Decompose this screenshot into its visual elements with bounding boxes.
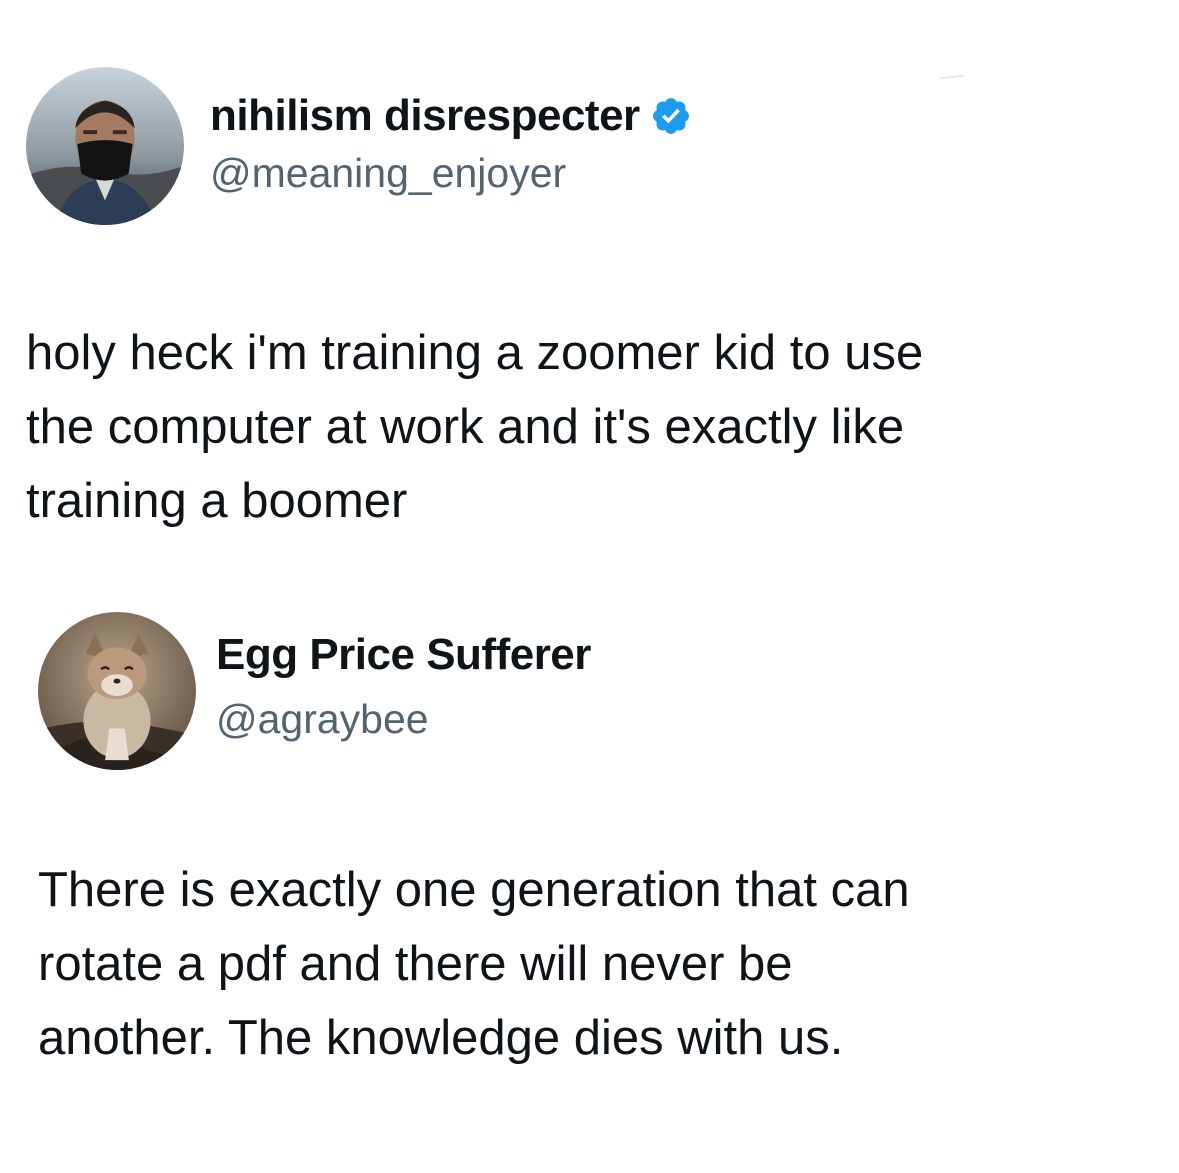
- name-row: nihilism disrespecter: [210, 88, 692, 144]
- user-handle[interactable]: @meaning_enjoyer: [210, 150, 566, 197]
- display-name[interactable]: Egg Price Sufferer: [216, 630, 591, 680]
- verified-badge-icon: [650, 95, 692, 137]
- masked-man-avatar-icon: [26, 67, 184, 225]
- user-handle[interactable]: @agraybee: [216, 696, 429, 743]
- display-name[interactable]: nihilism disrespecter: [210, 91, 640, 141]
- tweet-text: holy heck i'm training a zoomer kid to u…: [26, 326, 924, 528]
- fox-avatar-icon: [38, 612, 196, 770]
- avatar[interactable]: [38, 612, 196, 770]
- avatar[interactable]: [26, 67, 184, 225]
- divider-mark: [939, 74, 965, 80]
- tweet-text: There is exactly one generation that can…: [38, 863, 910, 1065]
